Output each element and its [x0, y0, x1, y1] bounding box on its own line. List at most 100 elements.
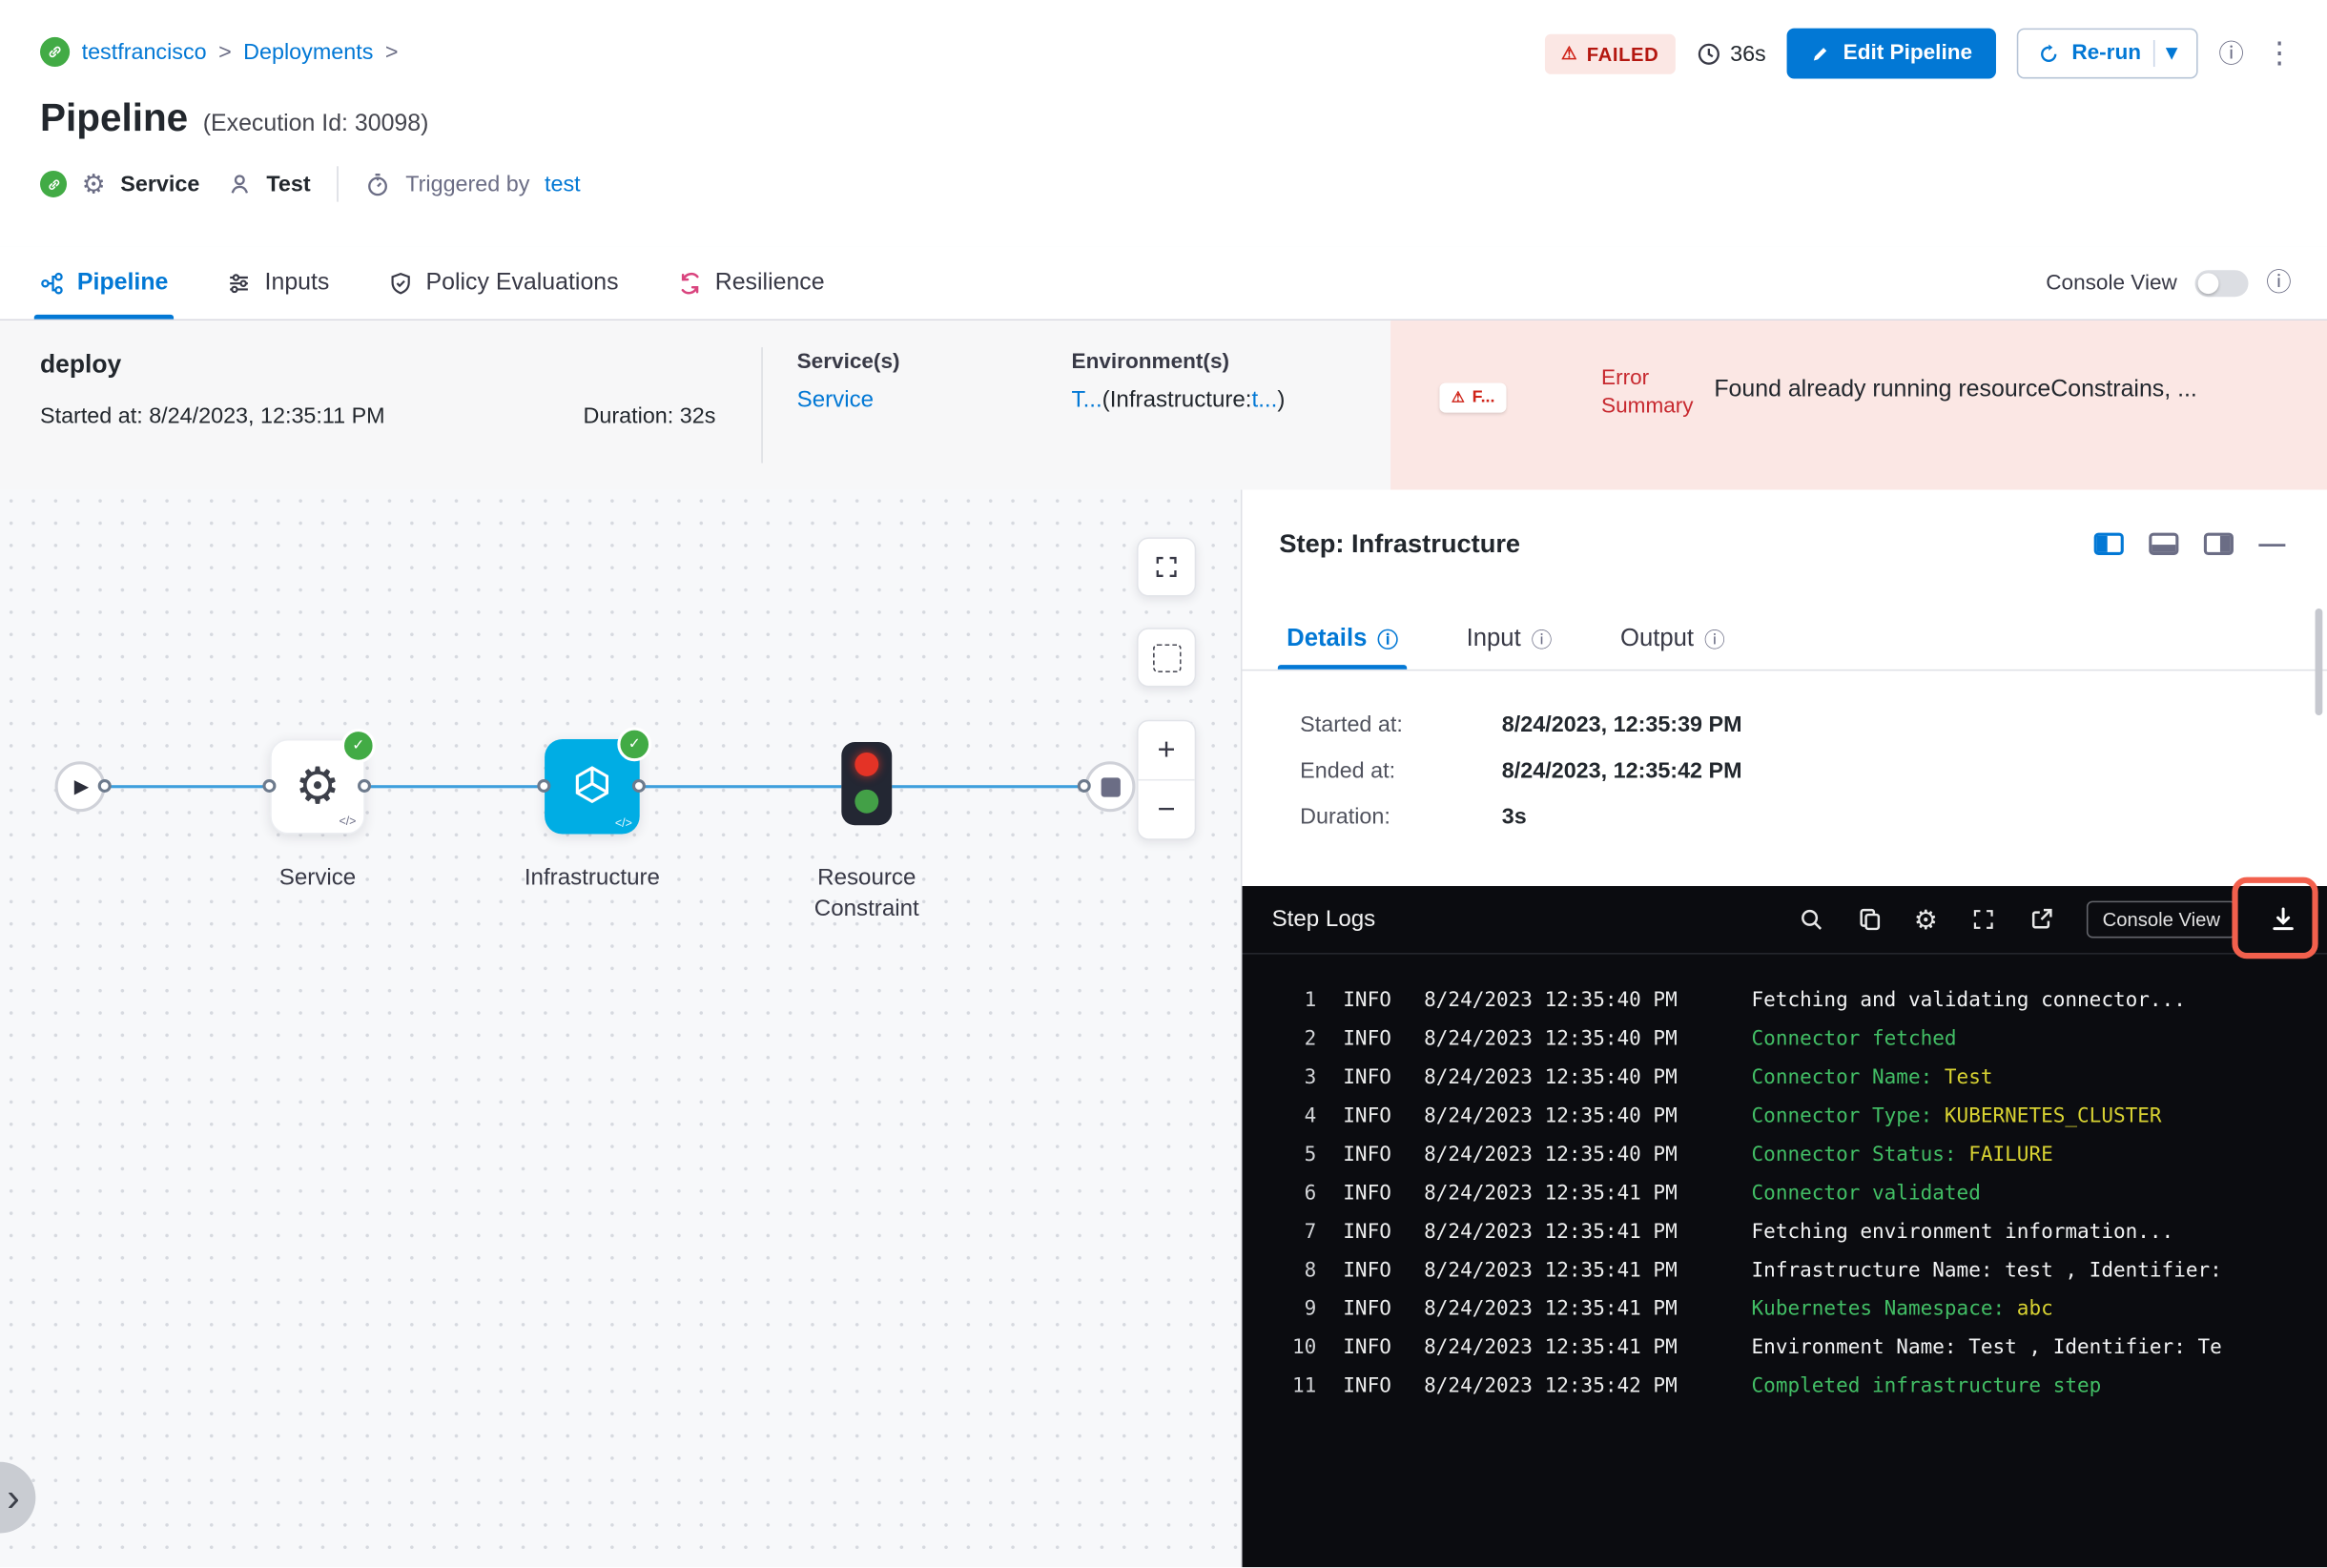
- infrastructure-icon: [575, 766, 609, 804]
- end-node[interactable]: [1084, 761, 1136, 813]
- console-view-button[interactable]: Console View: [2086, 900, 2237, 939]
- toggle-knob: [2197, 272, 2219, 294]
- step-panel-tabs: Details ⓘ Input ⓘ Output ⓘ: [1242, 609, 2327, 671]
- layout-split-right-icon[interactable]: [2203, 531, 2234, 555]
- error-strip: ⚠ F... Error Summary Found already runni…: [1390, 320, 2327, 490]
- panel-layout-controls: —: [2093, 530, 2285, 557]
- pencil-icon: [1813, 48, 1827, 61]
- log-message-segment: Infrastructure Name: test , Identifier:: [1751, 1258, 2222, 1283]
- log-line-number: 10: [1291, 1335, 1317, 1360]
- infrastructure-step-node[interactable]: ✓ </>: [545, 727, 652, 835]
- log-line-number: 11: [1291, 1373, 1317, 1398]
- pipeline-icon: [40, 271, 64, 295]
- log-line-number: 8: [1304, 1258, 1317, 1283]
- info-icon[interactable]: ⓘ: [2218, 41, 2243, 66]
- environments-column: Environment(s) T...(Infrastructure:t...): [1072, 350, 1286, 414]
- environments-label: Environment(s): [1071, 350, 1230, 375]
- red-light-icon: [855, 752, 879, 776]
- tab-resilience[interactable]: Resilience: [678, 246, 825, 319]
- warning-icon: ⚠: [1561, 43, 1578, 64]
- pipeline-canvas[interactable]: + − ▶ ⚙ ✓ </> ✓ </> Service Infrastructu…: [0, 489, 1241, 1568]
- log-settings-icon[interactable]: ⚙: [1914, 906, 1938, 933]
- console-view-control: Console View ⓘ: [2046, 269, 2292, 297]
- zoom-in-button[interactable]: +: [1138, 721, 1195, 781]
- breadcrumb-project-link[interactable]: testfrancisco: [82, 39, 207, 64]
- info-icon: ⓘ: [1703, 627, 1725, 651]
- stopwatch-icon: [368, 173, 388, 196]
- tab-label: Inputs: [264, 269, 330, 295]
- main-area: + − ▶ ⚙ ✓ </> ✓ </> Service Infrastructu…: [0, 489, 2327, 1568]
- log-level: INFO: [1343, 1258, 1391, 1283]
- fit-to-screen-button[interactable]: [1136, 537, 1197, 597]
- log-lines[interactable]: 1 INFO 8/24/2023 12:35:40 PM Fetching and v…: [1242, 955, 2327, 1568]
- success-check-icon: ✓: [340, 729, 376, 763]
- log-message: Connector validated: [1752, 1182, 1981, 1206]
- tab-input[interactable]: Input ⓘ: [1467, 609, 1553, 670]
- expand-sidebar-chevron[interactable]: ›: [0, 1461, 36, 1534]
- triggered-by-user-link[interactable]: test: [545, 172, 581, 196]
- service-name[interactable]: Service: [120, 172, 199, 196]
- tab-pipeline[interactable]: Pipeline: [33, 246, 175, 320]
- step-logs: Step Logs ⚙ Console View 1 INFO 8/24/2023 …: [1242, 877, 2327, 1568]
- breadcrumb-deployments-link[interactable]: Deployments: [243, 39, 373, 64]
- success-check-icon: ✓: [617, 727, 652, 762]
- breadcrumb-separator: >: [218, 39, 232, 65]
- tab-label: Output: [1619, 625, 1695, 652]
- search-icon[interactable]: [1798, 907, 1822, 932]
- log-line: 1 INFO 8/24/2023 12:35:40 PM Fetching and v…: [1242, 981, 2327, 1020]
- green-light-icon: [855, 789, 879, 814]
- info-icon: ⓘ: [1531, 627, 1553, 651]
- environment-name[interactable]: Test: [266, 172, 310, 196]
- resource-constraint-node[interactable]: [841, 742, 893, 826]
- log-line-number: 1: [1304, 988, 1317, 1013]
- user-icon: [230, 174, 248, 193]
- error-summary-text: Found already running resourceConstrains…: [1714, 377, 2197, 402]
- marquee-select-button[interactable]: [1136, 628, 1197, 688]
- rerun-button[interactable]: Re-run ▾: [2016, 28, 2198, 79]
- edge: [892, 785, 1085, 789]
- log-timestamp: 8/24/2023 12:35:41 PM: [1424, 1335, 1678, 1360]
- service-step-node[interactable]: ⚙ ✓ </>: [270, 729, 376, 835]
- panel-scrollbar[interactable]: [2315, 609, 2323, 716]
- gear-icon: ⚙: [81, 169, 106, 199]
- divider: [337, 166, 340, 202]
- zoom-out-button[interactable]: −: [1139, 781, 1195, 839]
- tab-details[interactable]: Details ⓘ: [1277, 609, 1408, 670]
- connector-dot: [1077, 778, 1091, 793]
- harness-link-icon: [40, 36, 71, 68]
- layout-split-left-icon[interactable]: [2093, 531, 2124, 555]
- info-icon[interactable]: ⓘ: [2266, 270, 2291, 295]
- log-level: INFO: [1343, 1181, 1391, 1206]
- environment-link[interactable]: T...(Infrastructure:t...): [1072, 387, 1286, 414]
- layout-split-bottom-icon[interactable]: [2149, 531, 2179, 555]
- node-label-service: Service: [278, 865, 357, 891]
- connector-dot: [97, 778, 112, 793]
- log-timestamp: 8/24/2023 12:35:42 PM: [1424, 1373, 1678, 1398]
- log-message: Connector Type: KUBERNETES_CLUSTER: [1752, 1104, 2162, 1128]
- download-logs-icon[interactable]: [2269, 905, 2297, 934]
- log-level: INFO: [1343, 1297, 1391, 1321]
- edit-pipeline-button[interactable]: Edit Pipeline: [1786, 28, 1996, 79]
- copy-icon[interactable]: [1856, 907, 1881, 932]
- log-message-segment: FAILURE: [1968, 1143, 2053, 1167]
- execution-id: (Execution Id: 30098): [202, 111, 429, 137]
- connector-dot: [262, 778, 277, 793]
- execution-meta-row: ⚙ Service Test Triggered by test: [40, 166, 581, 202]
- resilience-icon: [678, 271, 702, 295]
- external-link-icon[interactable]: [2028, 907, 2053, 932]
- log-line-number: 6: [1304, 1181, 1317, 1206]
- minimize-panel-icon[interactable]: —: [2258, 530, 2285, 557]
- chevron-down-icon: ▾: [2166, 41, 2177, 66]
- console-view-toggle[interactable]: [2194, 269, 2249, 297]
- tab-policy-evaluations[interactable]: Policy Evaluations: [389, 246, 619, 319]
- more-menu-icon[interactable]: ⋮: [2265, 38, 2295, 68]
- service-link[interactable]: Service: [797, 387, 900, 414]
- log-message: Environment Name: Test , Identifier: Te: [1752, 1336, 2222, 1360]
- page-title: Pipeline: [40, 94, 189, 140]
- tab-output[interactable]: Output ⓘ: [1620, 609, 1725, 670]
- tab-inputs[interactable]: Inputs: [228, 246, 330, 319]
- triggered-by-label: Triggered by: [405, 171, 530, 197]
- log-line: 3 INFO 8/24/2023 12:35:40 PM Connector Name…: [1242, 1059, 2327, 1097]
- fullscreen-icon[interactable]: [1970, 907, 1995, 932]
- log-message-segment: Completed infrastructure step: [1751, 1373, 2102, 1398]
